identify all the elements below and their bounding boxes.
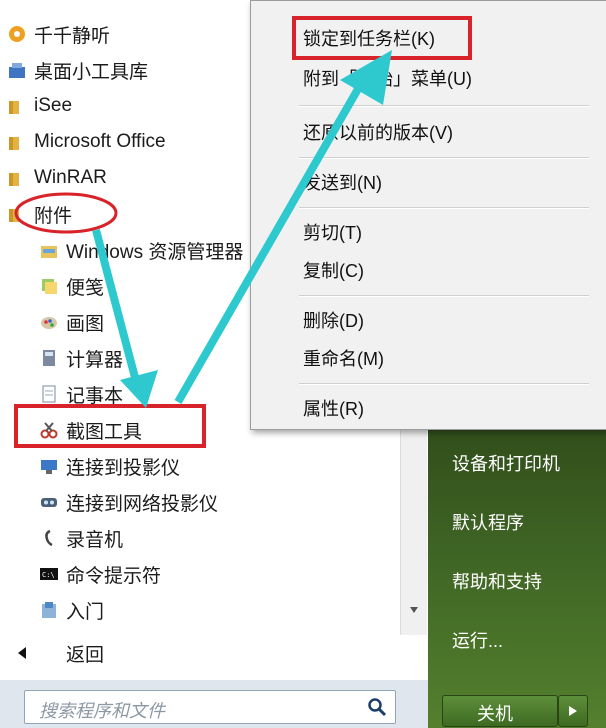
arrow-down-icon	[92, 228, 158, 408]
highlight-circle-accessories	[14, 192, 118, 234]
annotation-overlay	[14, 50, 392, 408]
arrow-up-icon	[174, 50, 392, 404]
